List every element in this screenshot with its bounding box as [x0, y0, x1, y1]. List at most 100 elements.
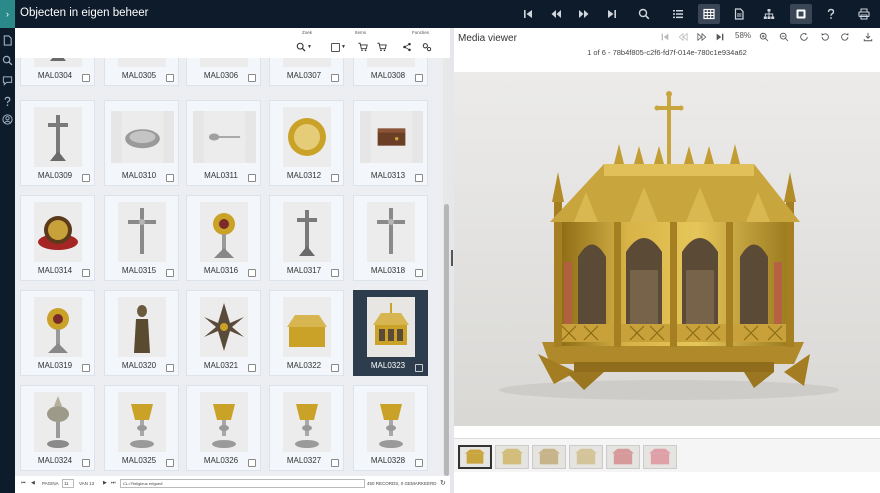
query-field[interactable]: CL='Religieus erfgoed' [120, 479, 365, 488]
select-checkbox[interactable] [166, 74, 174, 82]
thumbnail-card[interactable]: MAL0323 [353, 290, 428, 376]
filmstrip-thumbnail[interactable] [532, 445, 566, 469]
select-checkbox[interactable] [415, 459, 423, 467]
first-record-button[interactable] [517, 4, 539, 24]
thumbnail-card[interactable]: MAL0318 [353, 195, 428, 281]
previous-record-button[interactable] [545, 4, 567, 24]
mv-first-button[interactable] [660, 32, 670, 42]
object-thumbnail[interactable] [367, 202, 415, 262]
mv-prev-button[interactable] [678, 32, 688, 42]
prev-page-icon[interactable]: ◀ [31, 480, 35, 486]
zoek-dropdown[interactable]: ▼ [296, 40, 312, 54]
object-thumbnail[interactable] [118, 202, 166, 262]
rail-search-icon[interactable] [2, 53, 13, 66]
thumbnail-card[interactable]: MAL0324 [20, 385, 95, 471]
share-button[interactable] [402, 40, 412, 54]
rotate-right-button[interactable] [840, 32, 850, 42]
last-record-button[interactable] [601, 4, 623, 24]
menu-toggle-button[interactable]: › [0, 0, 15, 28]
select-checkbox[interactable] [248, 269, 256, 277]
media-view-button[interactable] [790, 4, 812, 24]
object-thumbnail[interactable] [118, 58, 166, 67]
thumbnail-card[interactable]: MAL0327 [269, 385, 344, 471]
object-thumbnail[interactable] [283, 297, 331, 357]
object-thumbnail[interactable] [367, 392, 415, 452]
select-checkbox[interactable] [166, 364, 174, 372]
thumbnail-card[interactable]: MAL0317 [269, 195, 344, 281]
select-checkbox[interactable] [82, 459, 90, 467]
filmstrip-thumbnail[interactable] [458, 445, 492, 469]
filmstrip-thumbnail[interactable] [643, 445, 677, 469]
select-checkbox[interactable] [331, 459, 339, 467]
object-thumbnail[interactable] [34, 58, 82, 67]
thumbnail-card[interactable]: MAL0320 [104, 290, 179, 376]
grid-view-button[interactable] [698, 4, 720, 24]
filmstrip-thumbnail[interactable] [495, 445, 529, 469]
rotate-left-button[interactable] [820, 32, 830, 42]
zoom-out-button[interactable] [779, 32, 789, 42]
thumbnail-card[interactable]: MAL0306 [186, 58, 261, 86]
thumbnail-card[interactable]: MAL0316 [186, 195, 261, 281]
thumbnail-card[interactable]: MAL0322 [269, 290, 344, 376]
results-scrollbar[interactable] [443, 58, 450, 476]
thumbnail-card[interactable]: MAL0309 [20, 100, 95, 186]
select-checkbox[interactable] [82, 269, 90, 277]
thumbnail-card[interactable]: MAL0310 [104, 100, 179, 186]
first-page-icon[interactable]: ⏮ [21, 480, 26, 486]
object-thumbnail[interactable] [283, 107, 331, 167]
object-thumbnail[interactable] [200, 58, 248, 67]
filmstrip-thumbnail[interactable] [606, 445, 640, 469]
object-thumbnail[interactable] [111, 111, 174, 163]
select-checkbox[interactable] [82, 174, 90, 182]
thumbnail-card[interactable]: MAL0315 [104, 195, 179, 281]
object-thumbnail[interactable] [118, 297, 166, 357]
object-thumbnail[interactable] [367, 58, 415, 67]
page-number-input[interactable]: 11 [62, 479, 74, 488]
object-thumbnail[interactable] [367, 297, 415, 357]
select-checkbox[interactable] [166, 269, 174, 277]
object-thumbnail[interactable] [118, 392, 166, 452]
filmstrip-thumbnail[interactable] [569, 445, 603, 469]
object-thumbnail[interactable] [283, 392, 331, 452]
select-checkbox[interactable] [415, 269, 423, 277]
document-view-button[interactable] [728, 4, 750, 24]
zoom-in-button[interactable] [759, 32, 769, 42]
help-button[interactable] [820, 4, 842, 24]
select-checkbox[interactable] [82, 74, 90, 82]
object-thumbnail[interactable] [200, 297, 248, 357]
thumbnail-card[interactable]: MAL0313 [353, 100, 428, 186]
thumbnail-card[interactable]: MAL0308 [353, 58, 428, 86]
thumbnail-card[interactable]: MAL0326 [186, 385, 261, 471]
next-page-icon[interactable]: ▶ [103, 480, 107, 486]
select-dropdown[interactable]: ▼ [331, 40, 346, 54]
print-button[interactable] [853, 4, 875, 24]
reset-zoom-button[interactable] [799, 32, 809, 42]
last-page-icon[interactable]: ⏭ [111, 480, 116, 486]
thumbnail-card[interactable]: MAL0319 [20, 290, 95, 376]
thumbnail-card[interactable]: MAL0321 [186, 290, 261, 376]
thumbnail-card[interactable]: MAL0325 [104, 385, 179, 471]
splitter-grip[interactable] [451, 250, 453, 266]
select-checkbox[interactable] [415, 364, 423, 372]
cart-button[interactable] [358, 40, 368, 54]
select-checkbox[interactable] [248, 74, 256, 82]
thumbnail-card[interactable]: MAL0312 [269, 100, 344, 186]
mv-next-button[interactable] [697, 32, 707, 42]
select-checkbox[interactable] [331, 174, 339, 182]
download-button[interactable] [863, 32, 873, 42]
object-thumbnail[interactable] [34, 297, 82, 357]
rail-user-icon[interactable] [2, 112, 13, 125]
thumbnail-card[interactable]: MAL0305 [104, 58, 179, 86]
select-checkbox[interactable] [166, 459, 174, 467]
scrollbar-thumb[interactable] [444, 204, 449, 476]
object-thumbnail[interactable] [360, 111, 423, 163]
hierarchy-view-button[interactable] [758, 4, 780, 24]
thumbnail-card[interactable]: MAL0314 [20, 195, 95, 281]
mv-last-button[interactable] [715, 32, 725, 42]
list-view-button[interactable] [667, 4, 689, 24]
cart-add-button[interactable] [377, 40, 387, 54]
rail-comment-icon[interactable] [2, 73, 13, 86]
refresh-icon[interactable]: ↻ [440, 479, 446, 487]
object-thumbnail[interactable] [34, 392, 82, 452]
select-checkbox[interactable] [331, 364, 339, 372]
